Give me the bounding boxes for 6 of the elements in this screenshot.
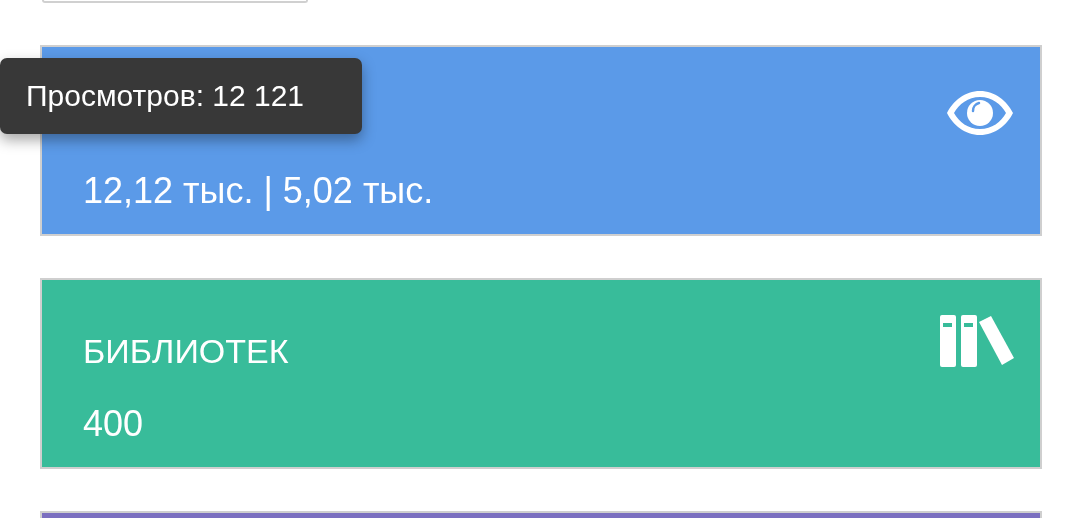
eye-icon: [945, 89, 1015, 137]
tooltip: Просмотров: 12 121: [0, 58, 362, 134]
card-value: 12,12 тыс. | 5,02 тыс.: [83, 169, 434, 213]
card-value: 400: [83, 402, 145, 446]
card-title: БИБЛИОТЕК: [83, 331, 289, 372]
books-icon: [939, 314, 1015, 368]
